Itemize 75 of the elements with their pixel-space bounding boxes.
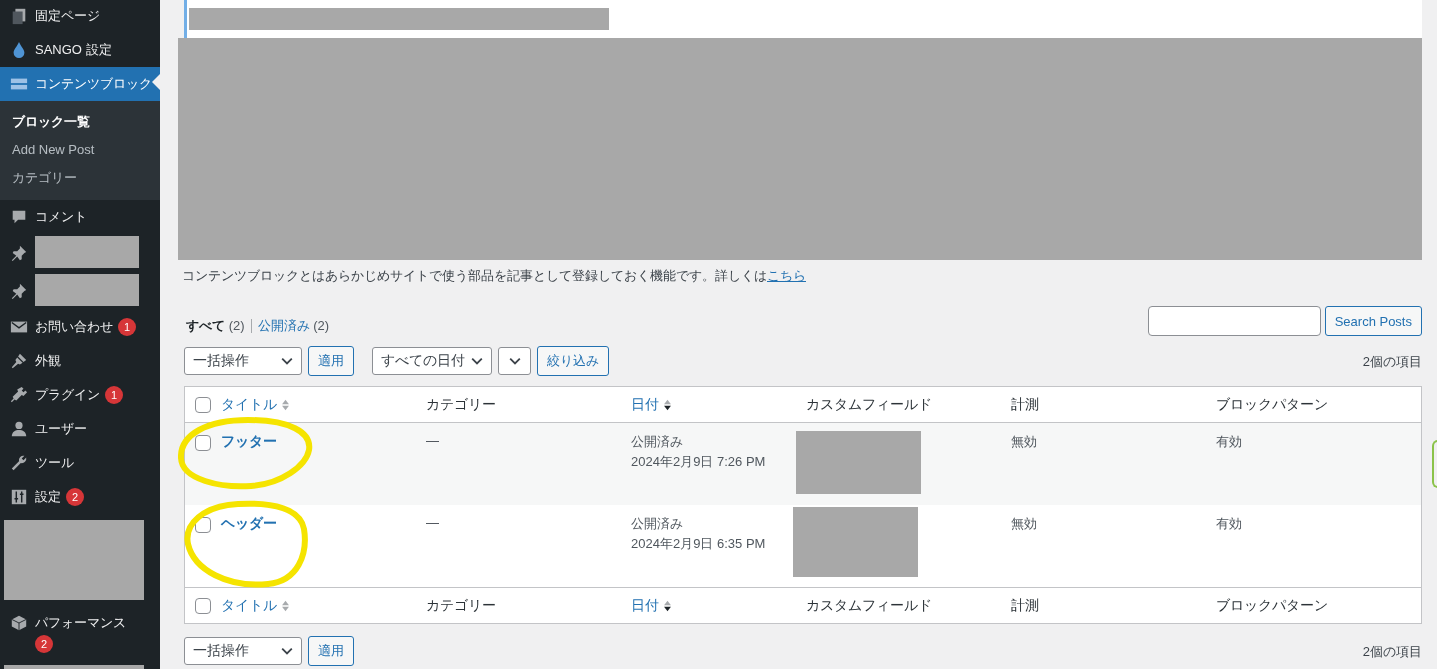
status-text: 公開済み — [631, 433, 684, 451]
brush-icon — [10, 352, 28, 370]
pattern-text: 有効 — [1216, 434, 1242, 449]
select-all-checkbox[interactable] — [195, 397, 211, 414]
bulk-action-dropdown[interactable]: 一括操作 — [184, 347, 302, 375]
sidebar-menu-item[interactable]: コメント — [0, 200, 160, 234]
sort-arrows-icon[interactable] — [663, 599, 672, 612]
page-icon — [10, 7, 28, 25]
filter-button[interactable]: 絞り込み — [537, 346, 609, 376]
notification-count: 2 — [35, 635, 53, 653]
column-header[interactable]: タイトル — [221, 596, 277, 615]
sidebar-menu-item[interactable]: 固定ページ — [0, 0, 160, 33]
pattern-text: 有効 — [1216, 516, 1242, 531]
bulk-action-dropdown[interactable]: 一括操作 — [184, 637, 302, 665]
category-text: — — [426, 515, 439, 530]
sidebar-menu-item[interactable]: ユーザー — [0, 412, 160, 446]
search-button[interactable]: Search Posts — [1324, 306, 1422, 336]
post-title-link[interactable]: フッター — [221, 433, 277, 449]
date-text: 2024年2月9日 7:26 PM — [631, 453, 767, 471]
submenu-item[interactable]: カテゴリー — [0, 164, 160, 192]
status-filter-link[interactable]: 公開済み (2) — [257, 317, 330, 335]
status-text: 公開済み — [631, 515, 684, 533]
submenu-item[interactable]: Add New Post — [0, 136, 160, 164]
column-header: ブロックパターン — [1216, 395, 1328, 414]
sidebar-menu-item[interactable]: コンテンツブロック — [0, 67, 160, 101]
submenu-item[interactable]: ブロック一覧 — [0, 108, 160, 136]
item-count: 2個の項目 — [1362, 353, 1422, 371]
item-count: 2個の項目 — [1362, 643, 1422, 661]
wrench-icon — [10, 454, 28, 472]
user-icon — [10, 420, 28, 438]
status-filter-link[interactable]: すべて (2) — [186, 317, 245, 335]
notification-count: 2 — [66, 487, 84, 506]
caret-icon — [471, 357, 483, 365]
sort-arrows-icon[interactable] — [663, 398, 672, 411]
column-header[interactable]: タイトル — [221, 395, 277, 414]
column-header: 計測 — [1011, 596, 1039, 615]
column-header: 計測 — [1011, 395, 1039, 414]
pushpin-icon — [10, 282, 28, 300]
column-header: ブロックパターン — [1216, 596, 1328, 615]
pushpin-icon — [10, 244, 28, 262]
post-title-link[interactable]: ヘッダー — [221, 515, 277, 531]
sidebar-menu-item[interactable]: パフォーマンス 2 — [0, 606, 160, 659]
category-dropdown[interactable] — [498, 347, 531, 375]
notification-count: 1 — [105, 385, 123, 404]
caret-icon — [281, 647, 293, 655]
column-header: カテゴリー — [426, 596, 496, 615]
sidebar-menu-item[interactable]: お問い合わせ 1 — [0, 310, 160, 344]
sidebar-menu-item[interactable]: 外観 — [0, 344, 160, 378]
sidebar-menu-item[interactable]: プラグイン 1 — [0, 378, 160, 412]
date-text: 2024年2月9日 6:35 PM — [631, 535, 767, 553]
search-field[interactable] — [1147, 306, 1321, 336]
caret-icon — [508, 357, 521, 365]
notification-count: 1 — [118, 317, 136, 336]
measure-text: 無効 — [1011, 434, 1037, 449]
sidebar-menu-item[interactable]: 設定 2 — [0, 480, 160, 514]
column-header: カテゴリー — [426, 395, 496, 414]
sidebar-menu-item[interactable]: SANGO 設定 — [0, 33, 160, 67]
column-header[interactable]: 日付 — [631, 596, 659, 615]
category-text: — — [426, 433, 439, 448]
cube-icon — [10, 614, 28, 632]
row-checkbox[interactable] — [195, 434, 211, 451]
apply-button[interactable]: 適用 — [308, 346, 354, 376]
apply-button[interactable]: 適用 — [308, 636, 354, 666]
date-filter-dropdown[interactable]: すべての日付 — [372, 347, 492, 375]
measure-text: 無効 — [1011, 516, 1037, 531]
column-header[interactable]: 日付 — [631, 395, 659, 414]
column-header: カスタムフィールド — [806, 596, 932, 615]
plug-icon — [10, 386, 28, 404]
column-header: カスタムフィールド — [806, 395, 932, 414]
sliders-icon — [10, 488, 28, 506]
select-all-checkbox[interactable] — [195, 598, 211, 615]
description-text: コンテンツブロックとはあらかじめサイトで使う部品を記事として登録しておく機能です。詳しくはこちら — [182, 267, 807, 285]
sidebar-menu-item[interactable]: ツール — [0, 446, 160, 480]
details-link[interactable]: こちら — [767, 268, 806, 283]
caret-icon — [281, 357, 293, 365]
